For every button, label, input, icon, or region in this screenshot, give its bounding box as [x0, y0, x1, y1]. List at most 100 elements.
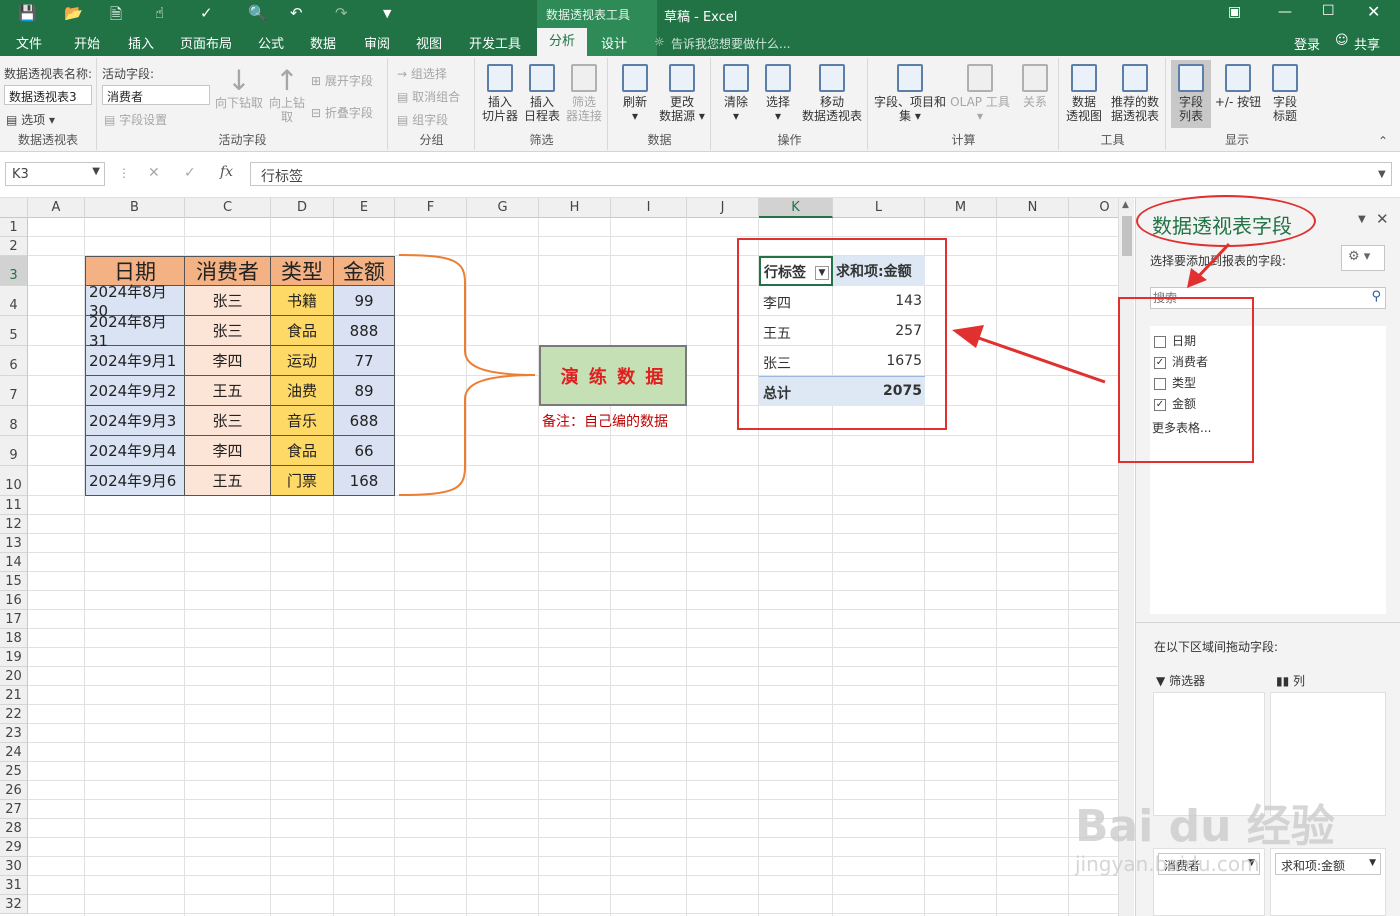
row-header[interactable]: 21	[0, 686, 28, 705]
redo-icon[interactable]: ↷	[335, 4, 348, 22]
row-header[interactable]: 18	[0, 629, 28, 648]
collapse-ribbon-icon[interactable]: ⌃	[1378, 134, 1388, 148]
row-header[interactable]: 32	[0, 895, 28, 914]
spreadsheet-grid[interactable]: A B C D E F G H I J K L M N O 1234567891…	[0, 198, 1118, 916]
column-header[interactable]: O	[1069, 198, 1118, 218]
source-data-cell[interactable]: 2024年8月31	[85, 313, 185, 350]
enter-icon[interactable]: ✓	[184, 165, 196, 181]
source-data-cell[interactable]: 李四	[185, 436, 271, 466]
row-header[interactable]: 6	[0, 346, 28, 376]
options-button[interactable]: ▤ 选项 ▾	[6, 111, 55, 128]
row-header[interactable]: 23	[0, 724, 28, 743]
source-header-cell[interactable]: 消费者	[185, 256, 271, 286]
source-data-cell[interactable]: 张三	[185, 406, 271, 436]
source-data-cell[interactable]: 99	[334, 286, 395, 316]
field-headers-button[interactable]: 字段 标题	[1265, 64, 1305, 123]
column-header[interactable]: G	[467, 198, 539, 218]
active-field-input[interactable]: 消费者	[102, 85, 210, 105]
source-data-cell[interactable]: 2024年9月1	[85, 346, 185, 376]
filter-connections-button[interactable]: 筛选 器连接	[564, 64, 604, 123]
field-list-button[interactable]: 字段 列表	[1171, 60, 1211, 128]
insert-timeline-button[interactable]: 插入 日程表	[522, 64, 562, 123]
drill-down-button[interactable]: ↓ 向下钻取	[214, 66, 264, 111]
source-data-cell[interactable]: 王五	[185, 376, 271, 406]
tab-file[interactable]: 文件	[16, 33, 42, 52]
row-header[interactable]: 29	[0, 838, 28, 857]
column-header[interactable]: N	[997, 198, 1069, 218]
maximize-icon[interactable]: ☐	[1322, 3, 1335, 19]
change-source-button[interactable]: 更改 数据源 ▾	[657, 64, 707, 123]
pane-close-icon[interactable]: ✕	[1376, 210, 1389, 228]
source-data-cell[interactable]: 书籍	[271, 286, 334, 316]
expand-formula-icon[interactable]: ▼	[1378, 169, 1386, 180]
row-header[interactable]: 5	[0, 316, 28, 346]
column-header[interactable]: E	[334, 198, 395, 218]
tab-formulas[interactable]: 公式	[258, 33, 284, 52]
row-header[interactable]: 3	[0, 256, 28, 286]
column-header[interactable]: H	[539, 198, 611, 218]
source-data-cell[interactable]: 王五	[185, 466, 271, 496]
group-selection-button[interactable]: → 组选择	[397, 65, 447, 82]
tab-review[interactable]: 审阅	[364, 33, 390, 52]
tools-button[interactable]: ⚙ ▾	[1341, 245, 1385, 271]
relationships-button[interactable]: 关系	[1015, 64, 1055, 109]
row-header[interactable]: 10	[0, 466, 28, 496]
row-header[interactable]: 27	[0, 800, 28, 819]
source-data-cell[interactable]: 张三	[185, 286, 271, 316]
row-header[interactable]: 1	[0, 218, 28, 237]
save-icon[interactable]: 💾	[18, 4, 37, 22]
scroll-up-icon[interactable]: ▲	[1122, 200, 1129, 210]
row-header[interactable]: 12	[0, 515, 28, 534]
row-header[interactable]: 11	[0, 496, 28, 515]
source-data-cell[interactable]: 2024年9月6	[85, 466, 185, 496]
ungroup-button[interactable]: ▤ 取消组合	[397, 88, 460, 105]
source-header-cell[interactable]: 类型	[271, 256, 334, 286]
source-data-cell[interactable]: 2024年9月2	[85, 376, 185, 406]
ribbon-display-icon[interactable]: ▣	[1228, 4, 1241, 20]
row-header[interactable]: 19	[0, 648, 28, 667]
group-field-button[interactable]: ▤ 组字段	[397, 111, 448, 128]
row-header[interactable]: 28	[0, 819, 28, 838]
fields-items-sets-button[interactable]: 字段、项目和集 ▾	[873, 64, 947, 123]
tab-data[interactable]: 数据	[310, 33, 336, 52]
column-header[interactable]: L	[833, 198, 925, 218]
plus-minus-buttons-button[interactable]: +/- 按钮	[1213, 64, 1263, 109]
collapse-field-button[interactable]: ⊟ 折叠字段	[311, 104, 373, 121]
pane-options-icon[interactable]: ▼	[1358, 214, 1366, 225]
pivot-chart-button[interactable]: 数据 透视图	[1064, 64, 1104, 123]
values-area[interactable]: 求和项:金额 ▼	[1270, 848, 1386, 916]
source-data-cell[interactable]: 音乐	[271, 406, 334, 436]
tab-view[interactable]: 视图	[416, 33, 442, 52]
select-button[interactable]: 选择 ▾	[758, 64, 798, 123]
row-header[interactable]: 9	[0, 436, 28, 466]
row-header[interactable]: 15	[0, 572, 28, 591]
customize-qat-icon[interactable]: ▼	[383, 7, 391, 20]
column-header[interactable]: A	[28, 198, 85, 218]
row-header[interactable]: 8	[0, 406, 28, 436]
name-box[interactable]: K3 ▼	[5, 162, 105, 186]
source-data-cell[interactable]: 李四	[185, 346, 271, 376]
source-data-cell[interactable]: 168	[334, 466, 395, 496]
values-field-chip[interactable]: 求和项:金额 ▼	[1275, 853, 1381, 875]
login-link[interactable]: 登录	[1294, 34, 1320, 53]
column-header[interactable]: F	[395, 198, 467, 218]
row-header[interactable]: 13	[0, 534, 28, 553]
row-header[interactable]: 16	[0, 591, 28, 610]
row-header[interactable]: 24	[0, 743, 28, 762]
source-data-cell[interactable]: 食品	[271, 436, 334, 466]
print-preview-icon[interactable]: 🔍	[248, 4, 267, 22]
pivot-name-input[interactable]: 数据透视表3	[4, 85, 92, 105]
olap-tools-button[interactable]: OLAP 工具 ▾	[949, 64, 1011, 123]
row-header[interactable]: 7	[0, 376, 28, 406]
refresh-button[interactable]: 刷新 ▾	[615, 64, 655, 123]
source-header-cell[interactable]: 金额	[334, 256, 395, 286]
source-data-cell[interactable]: 89	[334, 376, 395, 406]
tab-design[interactable]: 设计	[601, 33, 627, 52]
open-icon[interactable]: 📂	[64, 4, 83, 22]
clear-button[interactable]: 清除 ▾	[716, 64, 756, 123]
expand-field-button[interactable]: ⊞ 展开字段	[311, 72, 373, 89]
spelling-icon[interactable]: ✓	[200, 4, 213, 22]
row-header[interactable]: 17	[0, 610, 28, 629]
touch-mode-icon[interactable]: ☝	[155, 4, 164, 22]
column-header[interactable]: I	[611, 198, 687, 218]
